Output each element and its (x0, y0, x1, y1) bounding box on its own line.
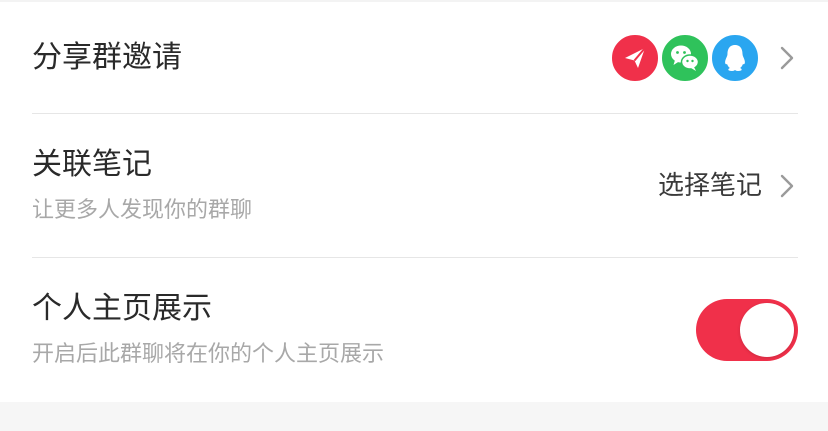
homepage-display-row: 个人主页展示 开启后此群聊将在你的个人主页展示 (32, 258, 798, 402)
group-settings-screen: 分享群邀请 关联笔记 让更多人发现你的群聊 选择笔记 个人主页展示 开启后此群聊… (0, 0, 828, 431)
share-icons-group[interactable] (610, 33, 760, 83)
qq-icon[interactable] (710, 33, 760, 83)
paper-plane-icon[interactable] (610, 33, 660, 83)
select-note-button[interactable]: 选择笔记 (658, 166, 762, 206)
homepage-display-subtitle: 开启后此群聊将在你的个人主页展示 (32, 342, 385, 367)
chevron-right-icon (780, 46, 794, 70)
link-note-title: 关联笔记 (32, 147, 152, 182)
link-note-subtitle: 让更多人发现你的群聊 (32, 198, 253, 223)
toggle-knob (740, 303, 794, 357)
wechat-icon[interactable] (660, 33, 710, 83)
share-invite-row[interactable]: 分享群邀请 (32, 0, 798, 114)
homepage-display-title: 个人主页展示 (32, 291, 212, 326)
chevron-right-icon (780, 174, 794, 198)
homepage-display-toggle[interactable] (696, 299, 798, 361)
share-invite-title: 分享群邀请 (32, 40, 182, 75)
section-gap (0, 402, 828, 431)
link-note-row[interactable]: 关联笔记 让更多人发现你的群聊 选择笔记 (32, 114, 798, 258)
